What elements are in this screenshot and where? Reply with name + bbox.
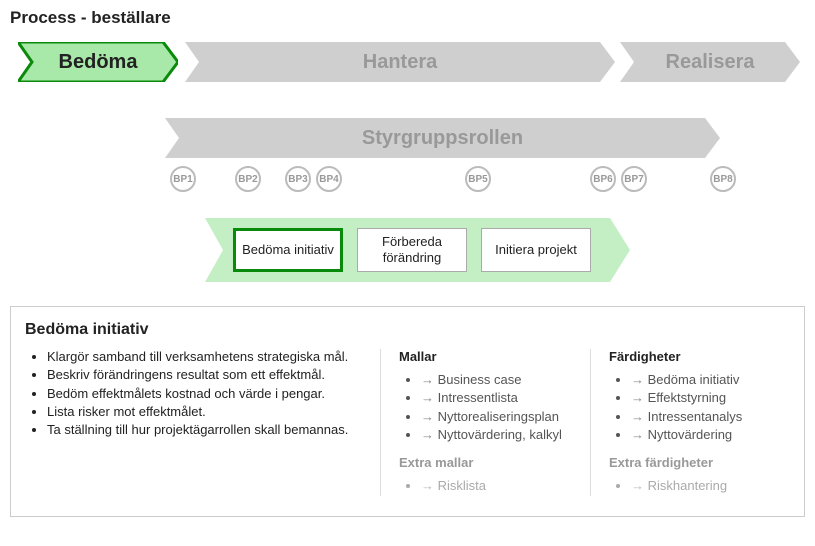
phase-label: Realisera [666, 51, 755, 74]
page-title: Process - beställare [10, 8, 805, 28]
skills-extra-list: Riskhantering [631, 478, 784, 494]
bp-point[interactable]: BP1 [170, 166, 196, 192]
bullet: Bedöm effektmålets kostnad och värde i p… [47, 386, 365, 402]
skill-link[interactable]: Nyttovärdering [631, 427, 784, 443]
phase-chevrons: Bedöma Hantera Realisera [10, 42, 805, 82]
bullet: Klargör samband till verksamhetens strat… [47, 349, 365, 365]
bp-point[interactable]: BP6 [590, 166, 616, 192]
phase-bedoma[interactable]: Bedöma [18, 42, 178, 82]
bullet: Lista risker mot effektmålet. [47, 404, 365, 420]
templates-extra-heading: Extra mallar [399, 455, 590, 470]
skills-heading: Färdigheter [609, 349, 784, 364]
bullet: Beskriv förändringens resultat som ett e… [47, 367, 365, 383]
sub-process-arrow: Bedöma initiativ Förbereda förändring In… [205, 218, 630, 282]
phase-label: Bedöma [59, 51, 138, 74]
sub-step-bedoma-initiativ[interactable]: Bedöma initiativ [233, 228, 343, 272]
bp-point[interactable]: BP2 [235, 166, 261, 192]
secondary-role-bar[interactable]: Styrgruppsrollen [165, 118, 720, 158]
bp-row: BP1 BP2 BP3 BP4 BP5 BP6 BP7 BP8 [10, 166, 805, 196]
template-link[interactable]: Business case [421, 372, 590, 388]
detail-heading: Bedöma initiativ [25, 321, 790, 339]
skills-col: Färdigheter Bedöma initiativ Effektstyrn… [590, 349, 790, 496]
detail-bullet-list: Klargör samband till verksamhetens strat… [47, 349, 365, 438]
template-link[interactable]: Nyttovärdering, kalkyl [421, 427, 590, 443]
phase-realisera[interactable]: Realisera [620, 42, 800, 82]
skill-link-extra[interactable]: Riskhantering [631, 478, 784, 494]
templates-list: Business case Intressentlista Nyttoreali… [421, 372, 590, 443]
secondary-role-row: Styrgruppsrollen [10, 118, 805, 158]
template-link[interactable]: Nyttorealiseringsplan [421, 409, 590, 425]
skill-link[interactable]: Intressentanalys [631, 409, 784, 425]
templates-extra-list: Risklista [421, 478, 590, 494]
bp-point[interactable]: BP7 [621, 166, 647, 192]
secondary-role-label: Styrgruppsrollen [362, 127, 523, 150]
skills-list: Bedöma initiativ Effektstyrning Intresse… [631, 372, 784, 443]
sub-step-forbereda[interactable]: Förbereda förändring [357, 228, 467, 272]
templates-heading: Mallar [399, 349, 590, 364]
sub-process-row: Bedöma initiativ Förbereda förändring In… [10, 218, 805, 282]
detail-panel: Bedöma initiativ Klargör samband till ve… [10, 306, 805, 517]
bp-point[interactable]: BP3 [285, 166, 311, 192]
detail-bullets-col: Klargör samband till verksamhetens strat… [25, 349, 380, 496]
skill-link[interactable]: Bedöma initiativ [631, 372, 784, 388]
skills-extra-heading: Extra färdigheter [609, 455, 784, 470]
phase-hantera[interactable]: Hantera [185, 42, 615, 82]
template-link[interactable]: Intressentlista [421, 390, 590, 406]
sub-step-initiera[interactable]: Initiera projekt [481, 228, 591, 272]
bp-point[interactable]: BP4 [316, 166, 342, 192]
skill-link[interactable]: Effektstyrning [631, 390, 784, 406]
phase-label: Hantera [363, 51, 437, 74]
bp-point[interactable]: BP8 [710, 166, 736, 192]
bullet: Ta ställning till hur projektägarrollen … [47, 422, 365, 438]
templates-col: Mallar Business case Intressentlista Nyt… [380, 349, 590, 496]
bp-point[interactable]: BP5 [465, 166, 491, 192]
template-link-extra[interactable]: Risklista [421, 478, 590, 494]
